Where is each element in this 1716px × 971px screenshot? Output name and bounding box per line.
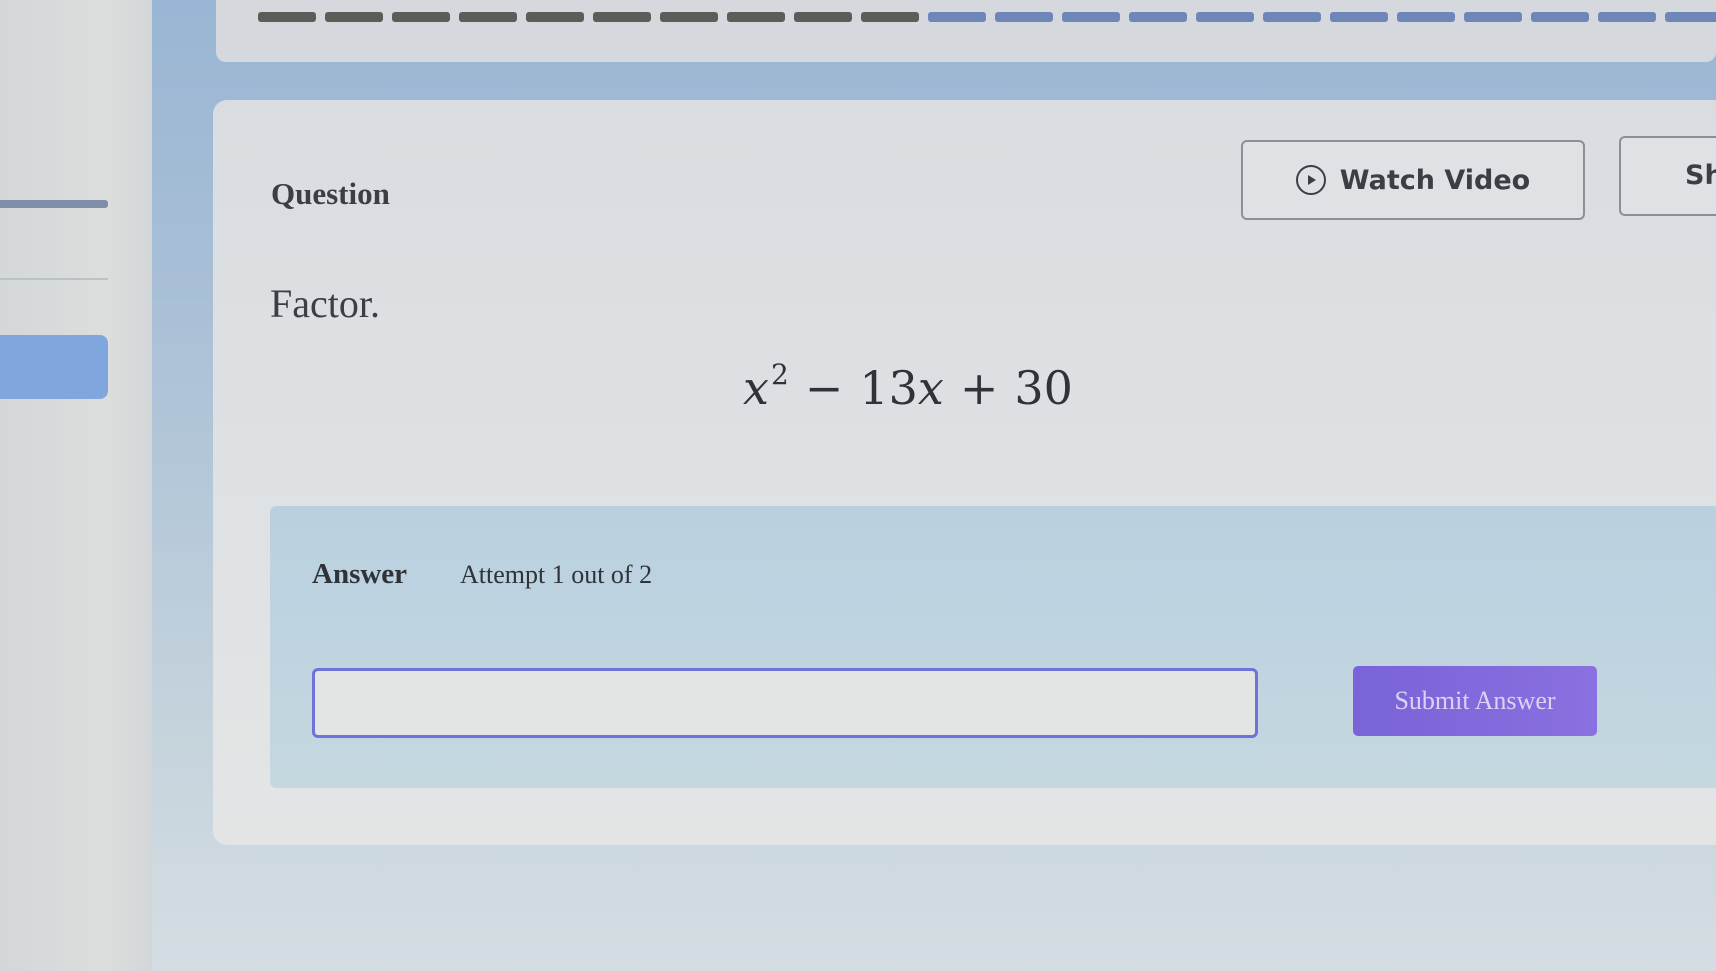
progress-segment (593, 12, 651, 22)
progress-card (216, 0, 1716, 62)
progress-segment (861, 12, 919, 22)
expr-coef: 13 (859, 361, 918, 415)
expr-var-2: x (917, 361, 944, 415)
progress-segment (995, 12, 1053, 22)
nav-divider (0, 278, 108, 280)
progress-segment (1531, 12, 1589, 22)
progress-segment (1464, 12, 1522, 22)
nav-indicator (0, 200, 108, 208)
progress-segment (1665, 12, 1716, 22)
show-example-label: Sh (1685, 160, 1716, 191)
question-instruction: Factor. (270, 281, 380, 326)
answer-heading: Answer (312, 558, 408, 590)
submit-answer-button[interactable]: Submit Answer (1353, 666, 1597, 736)
expr-constant: 30 (1014, 361, 1073, 415)
left-nav (0, 0, 152, 971)
show-example-button[interactable]: Sh (1619, 136, 1716, 216)
progress-segment (1598, 12, 1656, 22)
expr-op-plus: + (959, 361, 999, 415)
attempt-counter: Attempt 1 out of 2 (460, 560, 653, 589)
progress-segment (1263, 12, 1321, 22)
answer-input[interactable] (312, 668, 1258, 738)
question-card: Question Watch Video Sh Factor. x2−13x+3… (213, 100, 1716, 845)
expr-op-minus: − (804, 361, 844, 415)
progress-segment (459, 12, 517, 22)
progress-segment (727, 12, 785, 22)
progress-segment (258, 12, 316, 22)
play-circle-icon (1295, 165, 1326, 195)
nav-active-item[interactable] (0, 335, 108, 399)
progress-segment (526, 12, 584, 22)
progress-segment (794, 12, 852, 22)
answer-panel: Answer Attempt 1 out of 2 Submit Answer (270, 506, 1716, 788)
progress-segment (1062, 12, 1120, 22)
progress-segment (1129, 12, 1187, 22)
progress-segment (660, 12, 718, 22)
progress-segment (392, 12, 450, 22)
progress-segment (325, 12, 383, 22)
progress-segment (1196, 12, 1254, 22)
progress-segment (928, 12, 986, 22)
progress-segment (1397, 12, 1455, 22)
watch-video-label: Watch Video (1339, 164, 1531, 196)
expr-exponent: 2 (770, 358, 789, 391)
progress-segment (1330, 12, 1388, 22)
expr-var: x (743, 361, 769, 415)
progress-track (258, 12, 1716, 22)
watch-video-button[interactable]: Watch Video (1241, 140, 1585, 220)
math-expression: x2−13x +30 (743, 358, 1073, 415)
question-heading: Question (271, 176, 390, 211)
